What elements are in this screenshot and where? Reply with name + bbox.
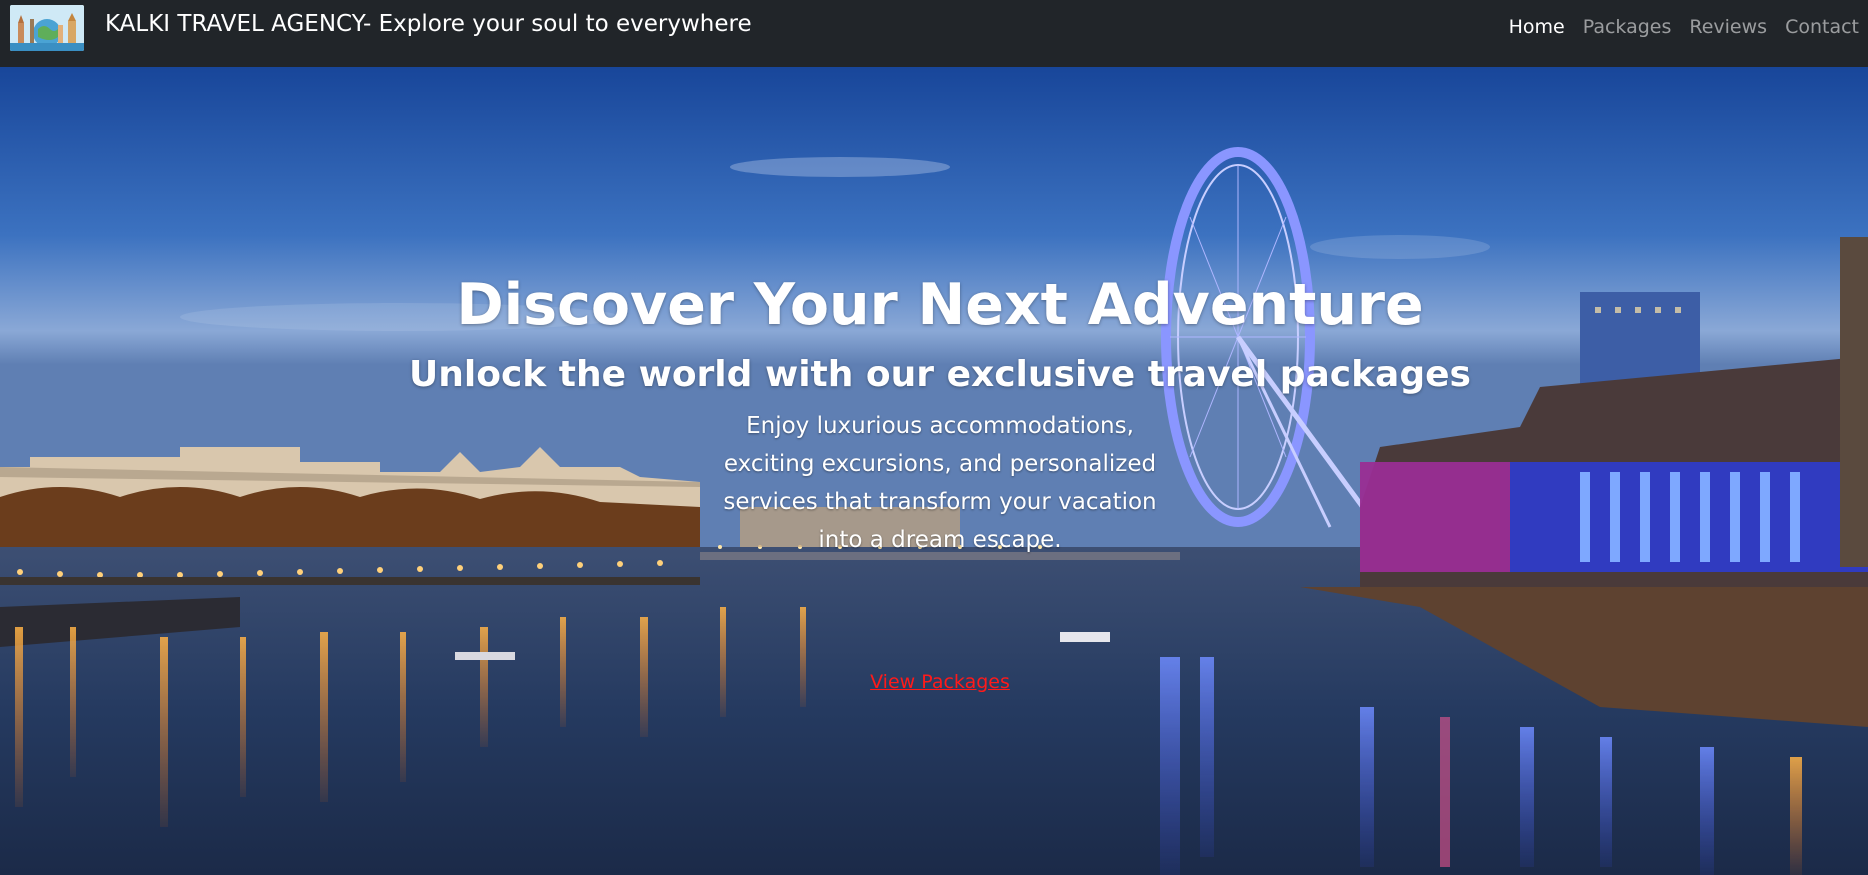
nav-links: Home Packages Reviews Contact bbox=[1500, 16, 1868, 38]
hero-content: Discover Your Next Adventure Unlock the … bbox=[0, 67, 1868, 875]
hero-subtitle: Unlock the world with our exclusive trav… bbox=[409, 354, 1471, 395]
hero-section: Discover Your Next Adventure Unlock the … bbox=[0, 67, 1868, 875]
brand-title[interactable]: KALKI TRAVEL AGENCY- Explore your soul t… bbox=[105, 11, 752, 37]
nav-link-reviews[interactable]: Reviews bbox=[1680, 16, 1776, 38]
world-landmarks-icon bbox=[10, 5, 84, 51]
view-packages-link[interactable]: View Packages bbox=[0, 671, 1868, 693]
nav-link-contact[interactable]: Contact bbox=[1776, 16, 1868, 38]
nav-link-home[interactable]: Home bbox=[1500, 16, 1574, 38]
nav-link-packages[interactable]: Packages bbox=[1574, 16, 1681, 38]
hero-title: Discover Your Next Adventure bbox=[456, 272, 1424, 338]
top-navbar: KALKI TRAVEL AGENCY- Explore your soul t… bbox=[0, 0, 1868, 67]
hero-description: Enjoy luxurious accommodations, exciting… bbox=[723, 413, 1157, 553]
brand-logo-icon[interactable] bbox=[10, 5, 84, 51]
